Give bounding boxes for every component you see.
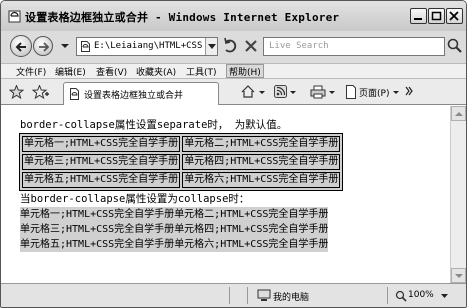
maximize-icon xyxy=(431,11,442,21)
close-button[interactable] xyxy=(446,8,463,24)
computer-zone-icon xyxy=(257,289,271,301)
page-icon xyxy=(81,41,90,52)
chevron-down-icon[interactable] xyxy=(329,85,335,98)
search-box[interactable]: Live Search xyxy=(263,37,445,56)
address-dropdown-button[interactable] xyxy=(205,38,217,55)
scroll-up-icon xyxy=(455,112,463,116)
status-divider xyxy=(229,287,230,304)
menu-view[interactable]: 查看(V) xyxy=(94,65,129,78)
vertical-scrollbar[interactable] xyxy=(450,106,466,283)
collapse-heading: 当border-collapse属性设置为collapse时： xyxy=(20,193,250,205)
tab-current-page[interactable]: 设置表格边框独立或合并 xyxy=(63,82,219,105)
separate-border-table: 单元格一;HTML+CSS完全自学手册 单元格二;HTML+CSS完全自学手册 … xyxy=(19,133,344,191)
table-cell: 单元格二;HTML+CSS完全自学手册 xyxy=(182,136,341,152)
tab-toolbar: 设置表格边框独立或合并 页面(P) xyxy=(1,79,466,105)
zoom-icon[interactable] xyxy=(395,290,407,302)
table-cell: 单元格三;HTML+CSS完全自学手册 xyxy=(22,154,181,170)
ie-page-icon xyxy=(8,10,21,23)
table-cell: 单元格四;HTML+CSS完全自学手册 xyxy=(174,224,329,235)
security-zone-label: 我的电脑 xyxy=(273,293,310,303)
separate-heading: border-collapse属性设置separate时， 为默认值。 xyxy=(20,119,288,131)
close-icon xyxy=(449,11,459,21)
minimize-icon xyxy=(414,18,422,20)
refresh-icon[interactable] xyxy=(222,37,240,55)
table-row: 单元格五;HTML+CSS完全自学手册 单元格六;HTML+CSS完全自学手册 xyxy=(22,172,341,188)
page-icon xyxy=(70,88,79,100)
chevron-down-icon[interactable] xyxy=(290,85,296,98)
rss-feed-icon[interactable] xyxy=(274,85,287,98)
chevron-down-icon[interactable] xyxy=(393,85,399,98)
browser-window: 设置表格边框独立或合并 - Windows Internet Explorer … xyxy=(0,0,467,308)
menu-tools[interactable]: 工具(T) xyxy=(184,65,219,78)
table-row: 单元格一;HTML+CSS完全自学手册 单元格二;HTML+CSS完全自学手册 xyxy=(22,136,341,152)
toolbar-overflow-icon[interactable] xyxy=(405,86,413,96)
table-cell: 单元格五;HTML+CSS完全自学手册 xyxy=(22,172,181,188)
search-icon[interactable] xyxy=(447,37,463,55)
search-input[interactable]: Live Search xyxy=(269,41,329,51)
status-divider xyxy=(247,287,248,304)
scroll-down-button[interactable] xyxy=(451,268,466,283)
add-favorite-icon[interactable] xyxy=(32,85,49,99)
print-icon[interactable] xyxy=(310,85,326,99)
forward-button[interactable] xyxy=(33,36,53,56)
menu-file[interactable]: 文件(F) xyxy=(14,65,48,78)
address-toolbar: E:\Leiaiang\HTML+CSS\ Live Search xyxy=(1,31,466,63)
maximize-button[interactable] xyxy=(428,8,445,24)
address-bar[interactable]: E:\Leiaiang\HTML+CSS\ xyxy=(76,37,218,56)
table-row: 单元格五;HTML+CSS完全自学手册 单元格六;HTML+CSS完全自学手册 xyxy=(20,237,328,252)
table-row: 单元格三;HTML+CSS完全自学手册 单元格四;HTML+CSS完全自学手册 xyxy=(22,154,341,170)
table-cell: 单元格二;HTML+CSS完全自学手册 xyxy=(174,209,329,220)
page-menu-label[interactable]: 页面(P) xyxy=(359,86,389,99)
table-cell: 单元格六;HTML+CSS完全自学手册 xyxy=(174,239,329,250)
page-menu-icon[interactable] xyxy=(345,85,357,99)
forward-arrow-icon xyxy=(39,42,50,52)
menu-favorites[interactable]: 收藏夹(A) xyxy=(134,65,178,78)
scroll-down-icon xyxy=(455,274,463,278)
menu-help[interactable]: 帮助(H) xyxy=(226,64,264,78)
page-content: border-collapse属性设置separate时， 为默认值。 单元格一… xyxy=(2,106,450,283)
back-arrow-icon xyxy=(15,42,26,52)
window-title: 设置表格边框独立或合并 - Windows Internet Explorer xyxy=(25,11,340,24)
status-divider xyxy=(387,287,388,304)
table-cell: 单元格一;HTML+CSS完全自学手册 xyxy=(20,209,175,220)
home-icon[interactable] xyxy=(241,85,255,98)
chevron-down-icon[interactable] xyxy=(259,85,265,98)
table-row: 单元格三;HTML+CSS完全自学手册 单元格四;HTML+CSS完全自学手册 xyxy=(20,222,328,237)
collapse-border-table: 单元格一;HTML+CSS完全自学手册 单元格二;HTML+CSS完全自学手册 … xyxy=(20,207,329,252)
chevron-down-icon xyxy=(208,44,216,49)
stop-icon[interactable] xyxy=(243,38,259,54)
tab-label: 设置表格边框独立或合并 xyxy=(84,91,184,101)
scroll-up-button[interactable] xyxy=(451,106,466,121)
zoom-level[interactable]: 100% xyxy=(408,290,434,300)
back-button[interactable] xyxy=(10,35,32,57)
minimize-button[interactable] xyxy=(410,8,427,24)
chevron-down-icon[interactable] xyxy=(441,294,448,299)
menu-bar: 文件(F) 编辑(E) 查看(V) 收藏夹(A) 工具(T) 帮助(H) xyxy=(1,63,466,79)
table-cell: 单元格六;HTML+CSS完全自学手册 xyxy=(182,172,341,188)
table-cell: 单元格四;HTML+CSS完全自学手册 xyxy=(182,154,341,170)
status-bar: 我的电脑 100% xyxy=(1,283,466,307)
menu-edit[interactable]: 编辑(E) xyxy=(53,65,88,78)
favorites-star-icon[interactable] xyxy=(9,85,24,99)
table-cell: 单元格五;HTML+CSS完全自学手册 xyxy=(20,239,175,250)
table-row: 单元格一;HTML+CSS完全自学手册 单元格二;HTML+CSS完全自学手册 xyxy=(20,207,328,222)
table-cell: 单元格一;HTML+CSS完全自学手册 xyxy=(22,136,181,152)
table-cell: 单元格三;HTML+CSS完全自学手册 xyxy=(20,224,175,235)
address-input[interactable]: E:\Leiaiang\HTML+CSS\ xyxy=(94,41,202,51)
history-dropdown-icon[interactable] xyxy=(61,42,69,50)
title-bar: 设置表格边框独立或合并 - Windows Internet Explorer xyxy=(1,1,466,31)
